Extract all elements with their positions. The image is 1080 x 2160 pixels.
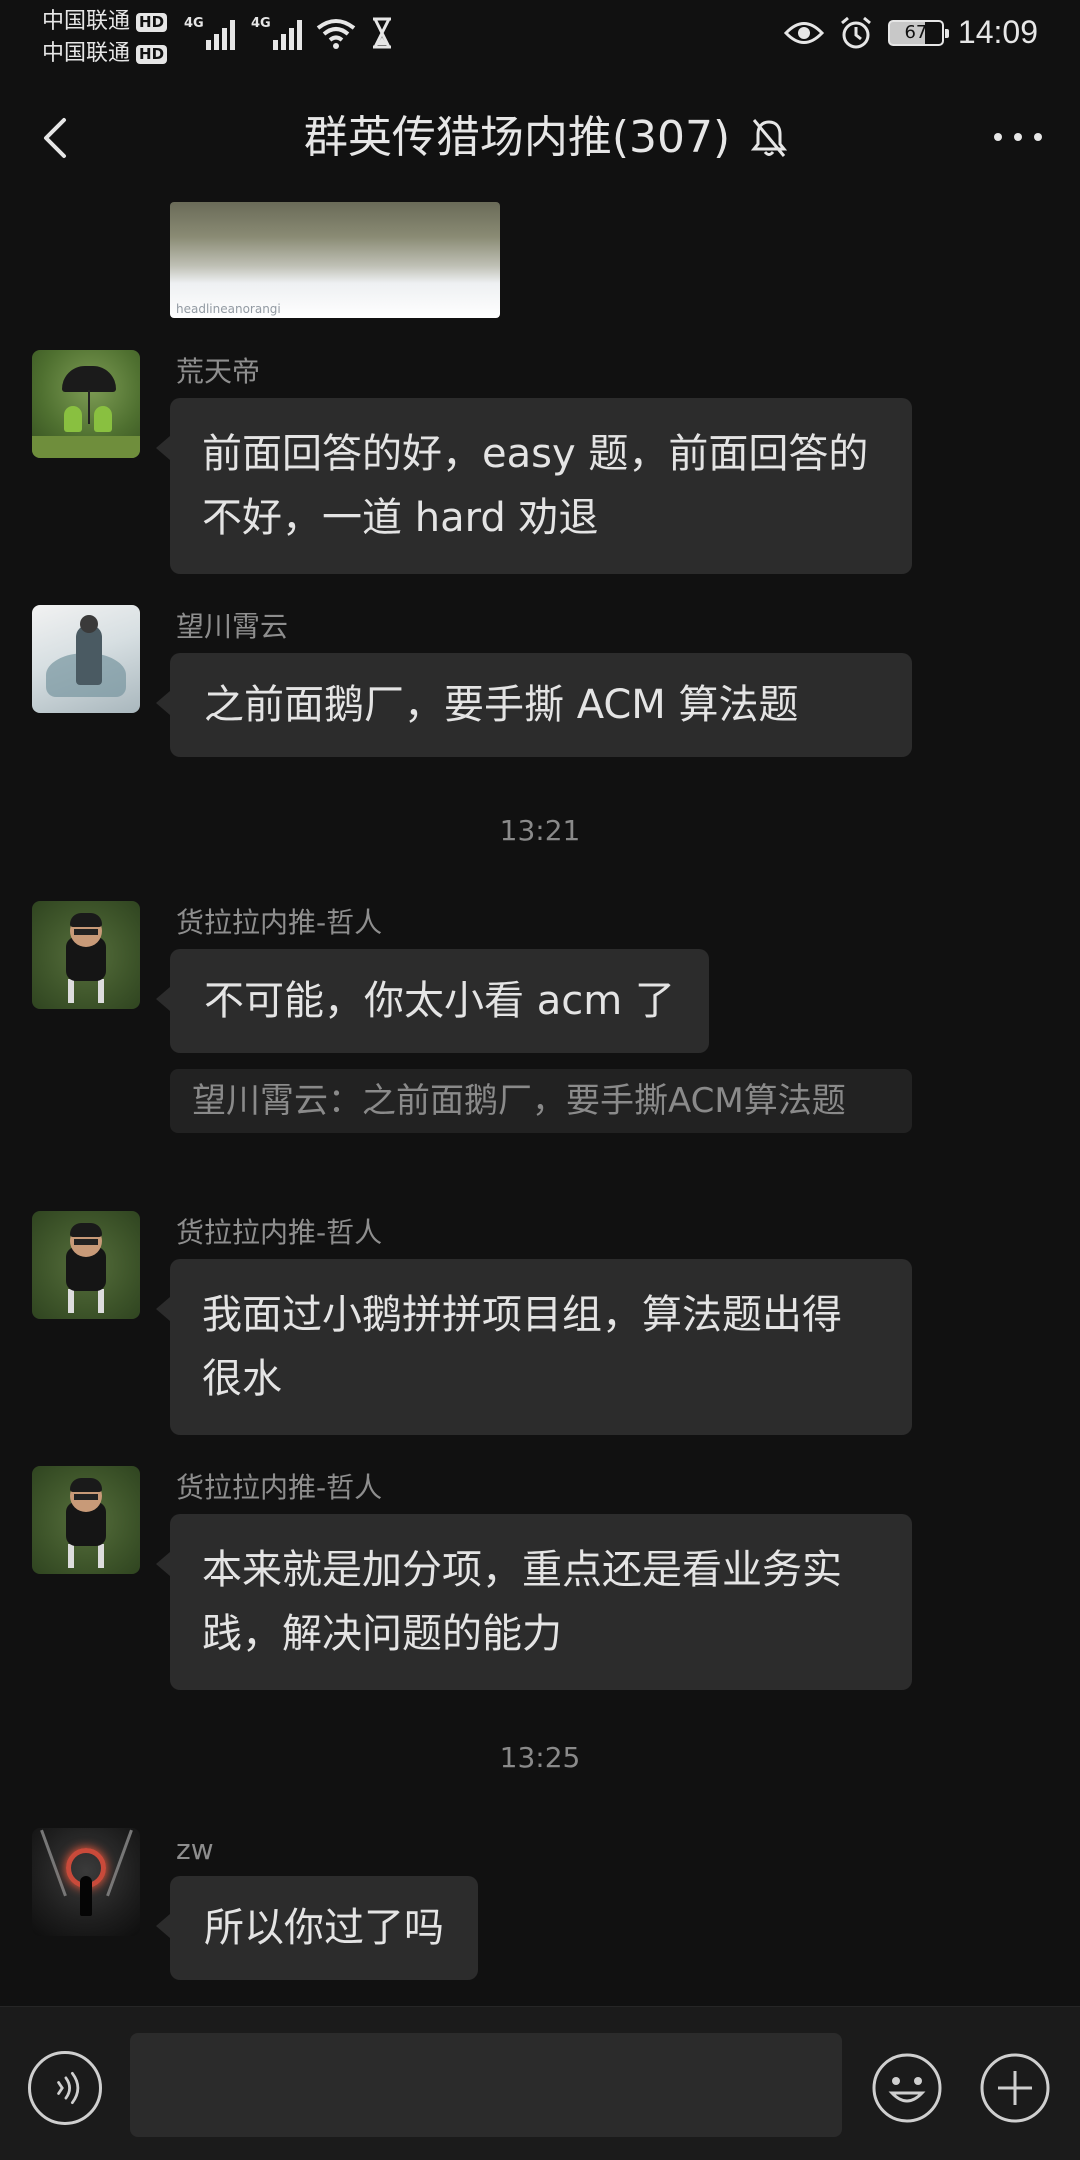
sender-name: 望川霄云	[176, 610, 289, 643]
image-message[interactable]: headlineanorangi	[170, 202, 500, 318]
carrier-1: 中国联通	[42, 9, 131, 34]
sender-name: 货拉拉内推-哲人	[176, 1216, 383, 1249]
quoted-message[interactable]: 望川霄云：之前面鹅厂，要手撕ACM算法题	[170, 1069, 912, 1133]
hourglass-icon	[373, 17, 391, 49]
sender-name: zw	[176, 1833, 214, 1866]
status-time: 14:09	[957, 14, 1038, 50]
avatar[interactable]	[32, 1466, 140, 1574]
hd-badge: HD	[136, 44, 168, 64]
chat-header: 群英传猎场内推(307)	[0, 88, 1080, 188]
message-bubble[interactable]: 本来就是加分项，重点还是看业务实践，解决问题的能力	[156, 1514, 912, 1690]
message-bubble[interactable]: 不可能，你太小看 acm 了	[156, 949, 709, 1053]
signal-icon: 4G	[249, 16, 302, 50]
carrier-info: 中国联通 HD 中国联通 HD	[42, 6, 168, 70]
wifi-icon	[316, 19, 356, 49]
timestamp: 13:21	[499, 814, 581, 847]
message-input[interactable]	[130, 2033, 842, 2137]
avatar[interactable]	[32, 901, 140, 1009]
smiley-icon[interactable]	[870, 2051, 944, 2125]
alarm-icon	[840, 16, 871, 48]
bell-off-icon	[750, 119, 788, 157]
message-bubble[interactable]: 前面回答的好，easy 题，前面回答的不好，一道 hard 劝退	[156, 398, 912, 574]
message-bubble[interactable]: 之前面鹅厂，要手撕 ACM 算法题	[156, 653, 912, 757]
plus-circle-icon[interactable]	[978, 2051, 1052, 2125]
sender-name: 货拉拉内推-哲人	[176, 1471, 383, 1504]
carrier-2: 中国联通	[42, 41, 131, 66]
image-watermark: headlineanorangi	[176, 302, 281, 316]
network-type-2: 4G	[251, 16, 271, 31]
hd-badge: HD	[136, 12, 168, 32]
status-bar: 中国联通 HD 中国联通 HD 4G 4G 67 14:09	[0, 0, 1080, 72]
network-type-1: 4G	[184, 16, 204, 31]
voice-icon[interactable]	[28, 2051, 102, 2125]
battery-icon: 67	[887, 19, 949, 46]
avatar[interactable]	[32, 1828, 140, 1936]
message-bubble[interactable]: 我面过小鹅拼拼项目组，算法题出得很水	[156, 1259, 912, 1435]
message-bubble[interactable]: 所以你过了吗	[156, 1876, 478, 1980]
avatar[interactable]	[32, 605, 140, 713]
eye-icon	[783, 21, 824, 44]
avatar[interactable]	[32, 1211, 140, 1319]
input-bar	[0, 2006, 1080, 2160]
signal-icon: 4G	[182, 16, 235, 50]
sender-name: 荒天帝	[176, 355, 261, 388]
more-horizontal-icon[interactable]	[988, 122, 1048, 152]
avatar[interactable]	[32, 350, 140, 458]
chat-title: 群英传猎场内推(307)	[303, 112, 731, 163]
timestamp: 13:25	[499, 1741, 581, 1774]
sender-name: 货拉拉内推-哲人	[176, 906, 383, 939]
